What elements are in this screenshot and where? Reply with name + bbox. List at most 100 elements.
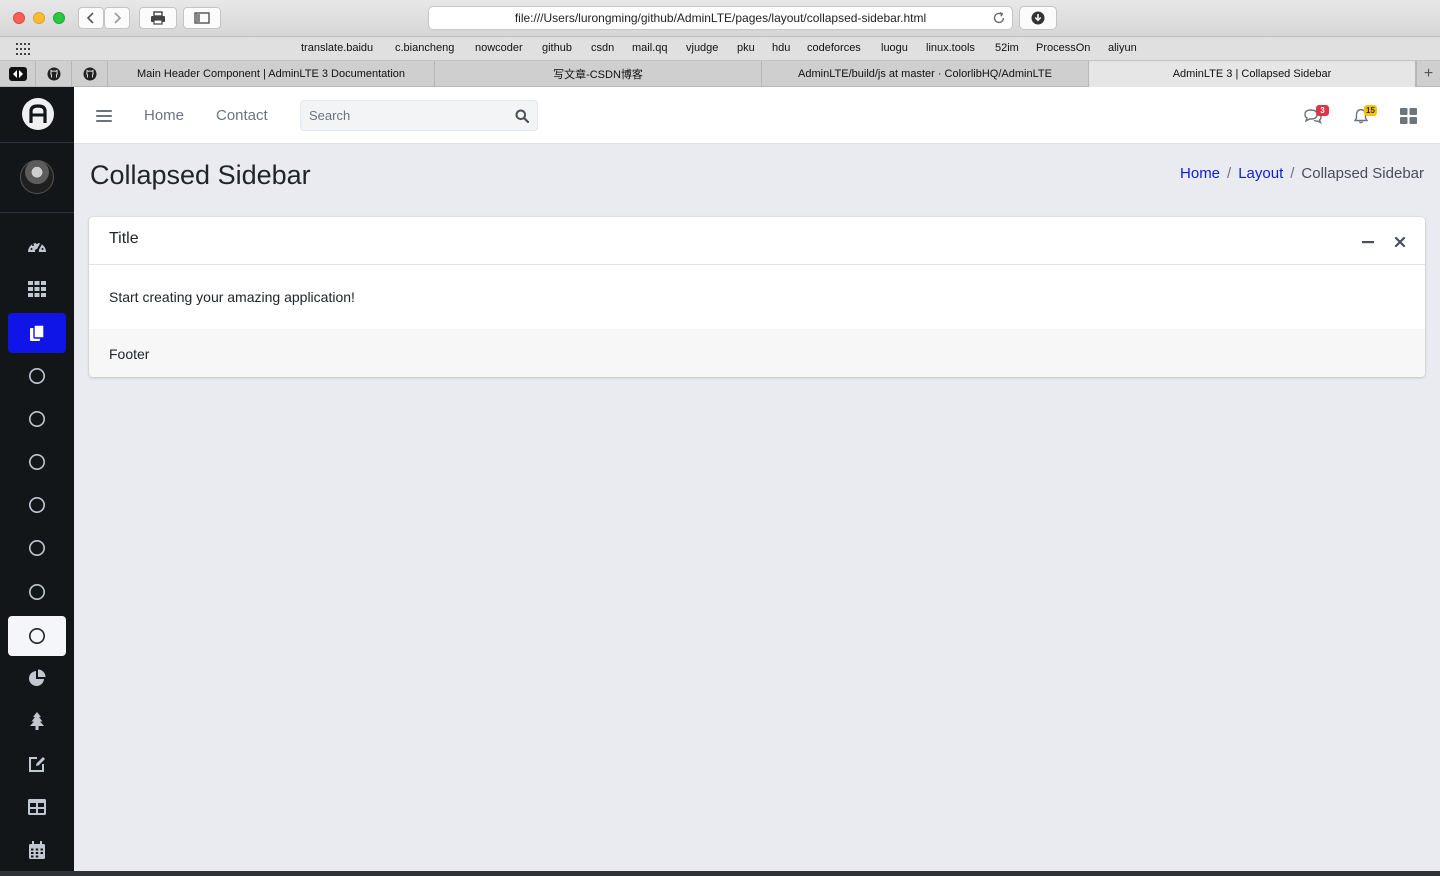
new-tab-button[interactable]: + — [1416, 61, 1440, 87]
breadcrumb: Home / Layout / Collapsed Sidebar — [1180, 165, 1424, 182]
chart-pie-icon — [29, 669, 46, 686]
bookmark-link[interactable]: linux.tools — [926, 42, 975, 54]
nav-link-home[interactable]: Home — [144, 107, 184, 124]
th-large-icon — [1399, 108, 1417, 124]
breadcrumb-separator: / — [1290, 165, 1295, 182]
bookmark-link[interactable]: codeforces — [807, 42, 861, 54]
bottom-edge — [0, 871, 1440, 876]
sidebar-subitem[interactable] — [8, 485, 66, 525]
sidebar-item-dashboard[interactable] — [8, 226, 66, 266]
browser-title-bar: file:///Users/lurongming/github/AdminLTE… — [0, 0, 1440, 37]
printer-icon — [151, 11, 165, 25]
browser-tab[interactable]: Main Header Component | AdminLTE 3 Docum… — [108, 61, 435, 87]
browser-tab[interactable]: AdminLTE/build/js at master · ColorlibHQ… — [762, 61, 1089, 87]
circle-icon — [29, 411, 45, 427]
apps-grid-icon[interactable] — [16, 43, 30, 55]
circle-icon — [29, 368, 45, 384]
control-sidebar-toggle[interactable] — [1395, 105, 1421, 127]
main-header: Home Contact 3 15 — [74, 87, 1440, 144]
print-button[interactable] — [139, 7, 177, 29]
dashboard-gauge-icon — [28, 242, 46, 253]
bookmark-link[interactable]: hdu — [772, 42, 790, 54]
sidebar-item-widgets[interactable] — [8, 269, 66, 309]
th-grid-icon — [28, 281, 46, 297]
minimize-window-button[interactable] — [33, 12, 45, 24]
bookmark-link[interactable]: c.biancheng — [395, 42, 454, 54]
breadcrumb-layout[interactable]: Layout — [1238, 165, 1283, 182]
chevron-right-icon — [114, 12, 122, 24]
calendar-icon — [29, 841, 45, 859]
circle-icon — [29, 454, 45, 470]
url-text: file:///Users/lurongming/github/AdminLTE… — [514, 11, 927, 25]
bookmark-link[interactable]: ProcessOn — [1036, 42, 1090, 54]
bookmark-link[interactable]: github — [542, 42, 572, 54]
bookmark-link[interactable]: mail.qq — [632, 42, 667, 54]
sidebar-subitem[interactable] — [8, 572, 66, 612]
bookmark-link[interactable]: nowcoder — [475, 42, 523, 54]
bookmark-link[interactable]: aliyun — [1108, 42, 1137, 54]
bookmark-link[interactable]: translate.baidu — [301, 42, 373, 54]
card-footer-text: Footer — [109, 346, 150, 362]
circle-icon — [29, 584, 45, 600]
notifications-dropdown[interactable]: 15 — [1348, 105, 1377, 127]
adminlte-logo-icon — [22, 98, 54, 130]
bookmark-link[interactable]: luogu — [881, 42, 908, 54]
sidebar-item-forms[interactable] — [8, 744, 66, 784]
search-input[interactable] — [301, 101, 507, 130]
address-bar[interactable]: file:///Users/lurongming/github/AdminLTE… — [428, 6, 1013, 30]
maximize-window-button[interactable] — [53, 12, 65, 24]
bookmark-link[interactable]: csdn — [591, 42, 614, 54]
hamburger-menu-icon — [96, 110, 112, 122]
remove-card-button[interactable] — [1390, 232, 1410, 252]
sidebar-subitem[interactable] — [8, 356, 66, 396]
pinned-tab-logo-icon — [8, 67, 27, 81]
card-title: Title — [109, 230, 139, 247]
sidebar-icon — [194, 12, 210, 24]
circle-icon — [29, 540, 45, 556]
pinned-tab[interactable] — [0, 61, 36, 87]
close-window-button[interactable] — [13, 12, 25, 24]
sidebar-subitem-collapsed-sidebar[interactable] — [8, 616, 66, 656]
card-header: Title — [89, 217, 1425, 265]
bookmark-link[interactable]: pku — [737, 42, 755, 54]
search-button[interactable] — [513, 107, 531, 125]
sidebar-toggle-button[interactable] — [183, 7, 221, 29]
sidebar-subitem[interactable] — [8, 399, 66, 439]
breadcrumb-home[interactable]: Home — [1180, 165, 1220, 182]
user-panel[interactable] — [0, 143, 74, 213]
browser-tab-bar: Main Header Component | AdminLTE 3 Docum… — [0, 61, 1440, 87]
avatar[interactable] — [20, 160, 54, 194]
sidebar-item-layout[interactable] — [8, 313, 66, 353]
sidebar-item-tables[interactable] — [8, 787, 66, 827]
pinned-tab[interactable] — [72, 61, 108, 87]
messages-badge: 3 — [1316, 105, 1329, 116]
notifications-badge: 15 — [1364, 105, 1377, 116]
collapse-card-button[interactable] — [1358, 232, 1378, 252]
tree-icon — [30, 712, 44, 730]
brand-link[interactable] — [0, 87, 74, 143]
pinned-tab[interactable] — [36, 61, 72, 87]
reload-icon[interactable] — [992, 11, 1006, 25]
browser-tab[interactable]: 写文章-CSDN博客 — [435, 61, 762, 87]
sidebar-item-ui-elements[interactable] — [8, 701, 66, 741]
sidebar-subitem[interactable] — [8, 528, 66, 568]
forward-button[interactable] — [104, 7, 130, 29]
edit-icon — [29, 757, 45, 772]
sidebar-subitem[interactable] — [8, 442, 66, 482]
breadcrumb-separator: / — [1227, 165, 1232, 182]
downloads-button[interactable] — [1019, 6, 1057, 30]
sidebar-item-charts[interactable] — [8, 658, 66, 698]
sidebar-item-calendar[interactable] — [8, 830, 66, 870]
github-icon — [83, 67, 96, 81]
pushmenu-toggle[interactable] — [94, 106, 114, 126]
nav-link-contact[interactable]: Contact — [216, 107, 268, 124]
circle-icon — [29, 497, 45, 513]
bookmark-link[interactable]: 52im — [995, 42, 1019, 54]
messages-dropdown[interactable]: 3 — [1300, 105, 1329, 127]
table-icon — [28, 799, 46, 815]
back-button[interactable] — [78, 7, 104, 29]
bookmarks-bar: translate.baidu c.biancheng nowcoder git… — [0, 37, 1440, 61]
github-icon — [47, 67, 60, 81]
bookmark-link[interactable]: vjudge — [686, 42, 718, 54]
browser-tab-active[interactable]: AdminLTE 3 | Collapsed Sidebar — [1089, 61, 1416, 87]
